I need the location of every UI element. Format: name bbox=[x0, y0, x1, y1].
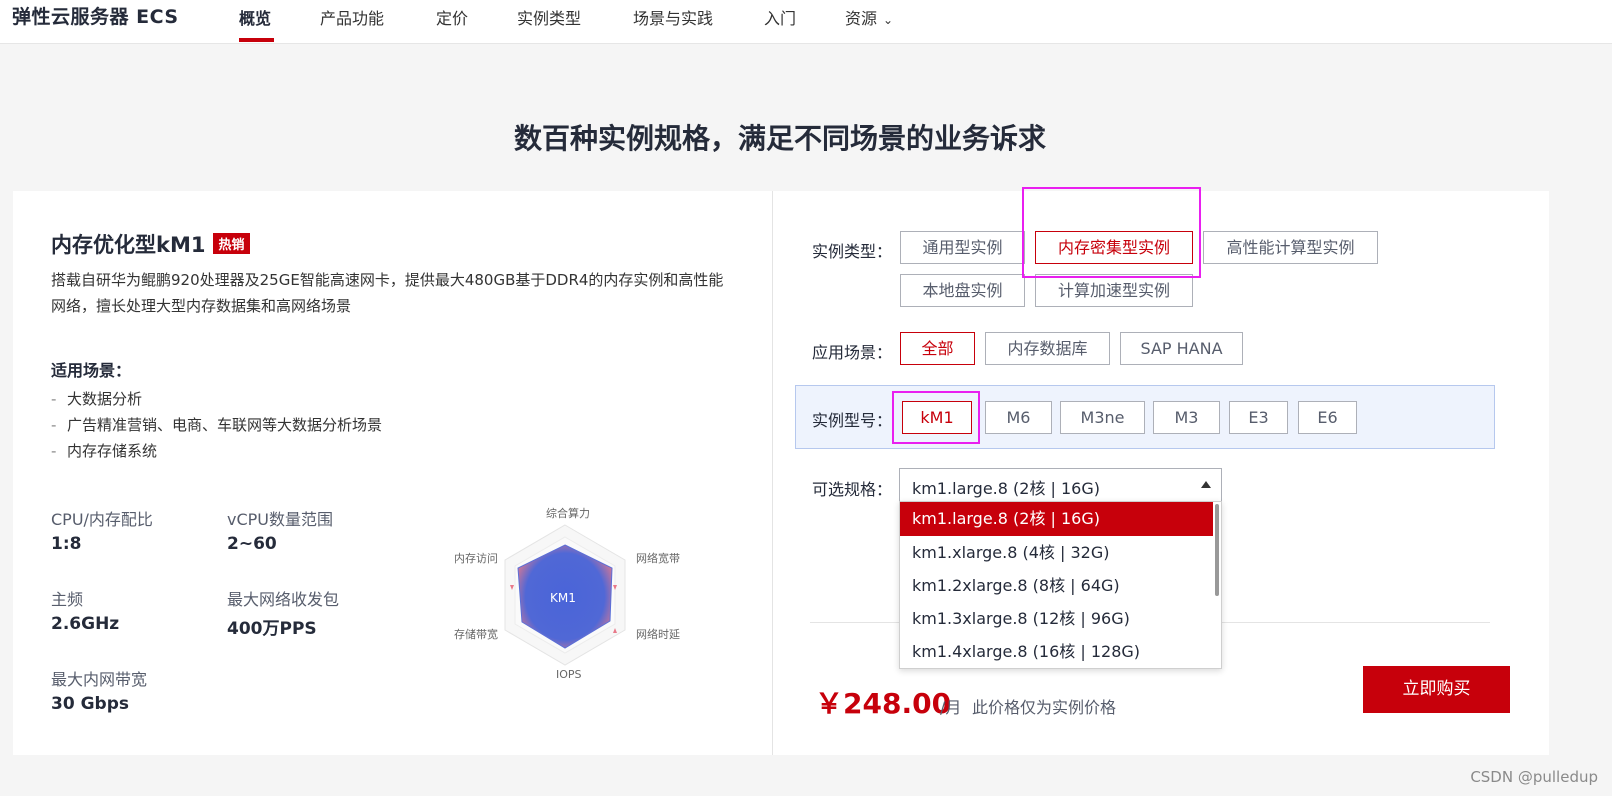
caret-up-icon bbox=[1201, 481, 1211, 488]
spec-label: vCPU数量范围 bbox=[227, 510, 334, 529]
option-model-e6[interactable]: E6 bbox=[1298, 401, 1357, 434]
model-row-background bbox=[795, 385, 1495, 449]
spec-value: 400万PPS bbox=[227, 619, 317, 639]
nav-item-getting-started[interactable]: 入门 bbox=[764, 5, 796, 29]
spec-value: 2.6GHz bbox=[51, 614, 120, 634]
spec-value: 2~60 bbox=[227, 534, 277, 554]
spec-label: 主频 bbox=[51, 590, 84, 609]
radar-chart: KM1 综合算力 网络宽带 网络时延 IOPS 存储带宽 内存访问 bbox=[440, 505, 690, 705]
nav-item-features[interactable]: 产品功能 bbox=[320, 5, 384, 29]
nav-item-overview[interactable]: 概览 bbox=[239, 5, 271, 29]
radar-axis-label: 综合算力 bbox=[546, 507, 590, 520]
scenario-label: 应用场景： bbox=[812, 343, 893, 362]
buy-now-button[interactable]: 立即购买 bbox=[1363, 666, 1510, 713]
option-model-m6[interactable]: M6 bbox=[985, 401, 1052, 434]
option-model-m3ne[interactable]: M3ne bbox=[1060, 401, 1145, 434]
card-divider bbox=[772, 191, 773, 755]
spec-select-value: km1.large.8 (2核 | 16G) bbox=[912, 479, 1101, 498]
radar-axis-label: IOPS bbox=[556, 668, 582, 681]
nav-item-resources[interactable]: 资源 ⌄ bbox=[845, 5, 893, 29]
nav-item-scenarios[interactable]: 场景与实践 bbox=[633, 5, 713, 29]
option-hpc-instance[interactable]: 高性能计算型实例 bbox=[1203, 231, 1378, 264]
dash-icon: - bbox=[51, 390, 57, 408]
scenario-text: 广告精准营销、电商、车联网等大数据分析场景 bbox=[67, 416, 383, 434]
list-item: - 大数据分析 bbox=[51, 386, 382, 412]
chevron-down-icon: ⌄ bbox=[883, 13, 894, 27]
radar-axis-label: 网络时延 bbox=[636, 628, 680, 641]
spec-frequency: 主频 2.6GHz bbox=[51, 586, 119, 634]
option-model-km1[interactable]: kM1 bbox=[902, 401, 972, 434]
instance-type-label: 实例类型： bbox=[812, 242, 893, 261]
spec-option[interactable]: km1.large.8 (2核 | 16G) bbox=[900, 502, 1213, 536]
scenario-text: 大数据分析 bbox=[67, 390, 143, 408]
option-accelerated-instance[interactable]: 计算加速型实例 bbox=[1035, 274, 1193, 307]
spec-dropdown[interactable]: km1.large.8 (2核 | 16G) km1.xlarge.8 (4核 … bbox=[899, 501, 1222, 669]
option-scenario-memory-db[interactable]: 内存数据库 bbox=[985, 332, 1110, 365]
scenarios-list: - 大数据分析 - 广告精准营销、电商、车联网等大数据分析场景 - 内存存储系统 bbox=[51, 386, 382, 464]
scenarios-title: 适用场景： bbox=[51, 361, 132, 380]
product-title: 内存优化型kM1 热销 bbox=[51, 229, 250, 259]
option-scenario-sap-hana[interactable]: SAP HANA bbox=[1120, 332, 1243, 365]
list-item: - 内存存储系统 bbox=[51, 438, 382, 464]
spec-max-bandwidth: 最大内网带宽 30 Gbps bbox=[51, 666, 147, 714]
spec-label: 最大网络收发包 bbox=[227, 590, 340, 609]
dash-icon: - bbox=[51, 416, 57, 434]
product-description: 搭载自研华为鲲鹏920处理器及25GE智能高速网卡，提供最大480GB基于DDR… bbox=[51, 271, 724, 315]
section-headline: 数百种实例规格，满足不同场景的业务诉求 bbox=[513, 122, 1046, 155]
radar-axis-label: 网络宽带 bbox=[636, 552, 680, 565]
option-scenario-all[interactable]: 全部 bbox=[900, 332, 975, 365]
spec-select[interactable]: km1.large.8 (2核 | 16G) bbox=[899, 468, 1222, 502]
price-amount: ￥248.00 bbox=[815, 687, 952, 720]
option-general-instance[interactable]: 通用型实例 bbox=[900, 231, 1025, 264]
spec-select-label: 可选规格： bbox=[812, 480, 893, 499]
spec-option[interactable]: km1.2xlarge.8 (8核 | 64G) bbox=[900, 569, 1213, 603]
watermark: CSDN @pulledup bbox=[1470, 768, 1598, 786]
spec-vcpu-range: vCPU数量范围 2~60 bbox=[227, 506, 333, 554]
price-unit: /月 bbox=[940, 698, 962, 717]
list-item: - 广告精准营销、电商、车联网等大数据分析场景 bbox=[51, 412, 382, 438]
hot-badge: 热销 bbox=[213, 233, 250, 254]
spec-option[interactable]: km1.xlarge.8 (4核 | 32G) bbox=[900, 536, 1213, 570]
radar-axis-label: 内存访问 bbox=[454, 552, 498, 565]
top-nav: 弹性云服务器 ECS 概览 产品功能 定价 实例类型 场景与实践 入门 资源 ⌄ bbox=[0, 0, 1612, 44]
spec-max-pps: 最大网络收发包 400万PPS bbox=[227, 586, 339, 639]
spec-value: 1:8 bbox=[51, 534, 82, 554]
radar-axis-label: 存储带宽 bbox=[454, 628, 498, 641]
option-local-disk-instance[interactable]: 本地盘实例 bbox=[900, 274, 1025, 307]
dash-icon: - bbox=[51, 442, 57, 460]
spec-label: CPU/内存配比 bbox=[51, 510, 153, 529]
radar-center-label: KM1 bbox=[550, 591, 576, 605]
nav-item-instance-types[interactable]: 实例类型 bbox=[517, 5, 581, 29]
option-model-m3[interactable]: M3 bbox=[1153, 401, 1220, 434]
option-model-e3[interactable]: E3 bbox=[1229, 401, 1288, 434]
spec-cpu-mem-ratio: CPU/内存配比 1:8 bbox=[51, 506, 153, 554]
option-memory-intensive-instance[interactable]: 内存密集型实例 bbox=[1035, 231, 1193, 264]
scenario-text: 内存存储系统 bbox=[67, 442, 158, 460]
brand-title[interactable]: 弹性云服务器 ECS bbox=[12, 2, 179, 29]
model-label: 实例型号： bbox=[812, 411, 893, 430]
nav-item-resources-label: 资源 bbox=[845, 9, 878, 28]
spec-option[interactable]: km1.3xlarge.8 (12核 | 96G) bbox=[900, 602, 1213, 636]
product-title-text: 内存优化型kM1 bbox=[51, 233, 206, 257]
nav-item-pricing[interactable]: 定价 bbox=[436, 5, 468, 29]
nav-active-underline bbox=[239, 38, 274, 42]
price-note: 此价格仅为实例价格 bbox=[972, 698, 1117, 717]
spec-label: 最大内网带宽 bbox=[51, 670, 148, 689]
spec-option[interactable]: km1.4xlarge.8 (16核 | 128G) bbox=[900, 635, 1213, 668]
dropdown-scrollbar[interactable] bbox=[1215, 504, 1219, 596]
spec-value: 30 Gbps bbox=[51, 694, 129, 714]
